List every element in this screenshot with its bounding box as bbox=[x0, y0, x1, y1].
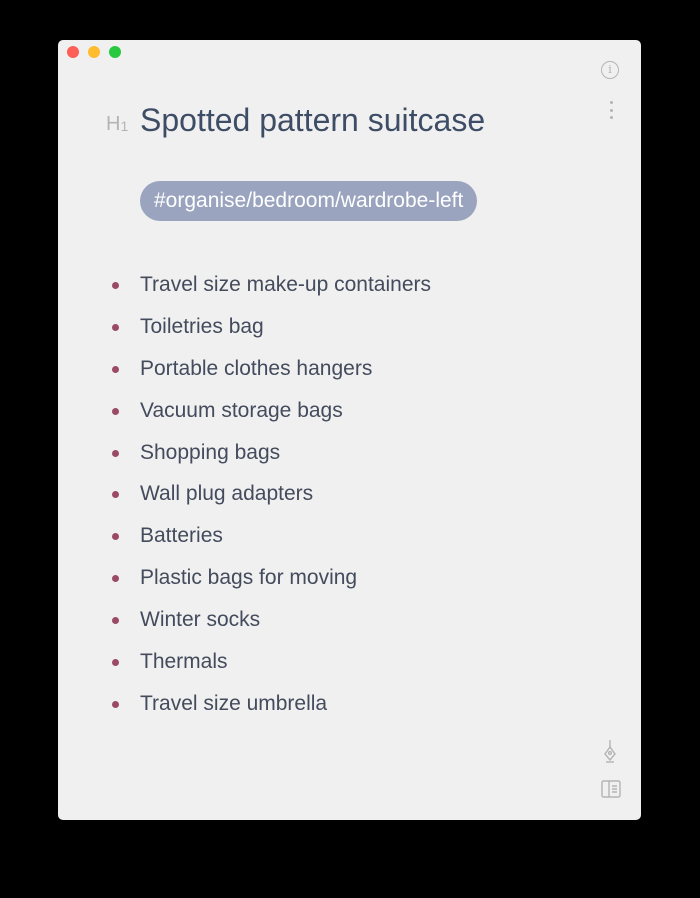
minimize-window-button[interactable] bbox=[88, 46, 100, 58]
more-vertical-icon[interactable] bbox=[609, 101, 613, 119]
close-window-button[interactable] bbox=[67, 46, 79, 58]
pen-nib-icon[interactable] bbox=[599, 738, 621, 764]
heading-marker-level: 1 bbox=[120, 118, 129, 134]
bullet-point bbox=[112, 700, 119, 708]
bullet-point bbox=[112, 533, 119, 541]
note-title[interactable]: Spotted pattern suitcase bbox=[140, 100, 485, 140]
list-item-text: Shopping bags bbox=[140, 440, 281, 464]
bullet-point bbox=[112, 365, 119, 373]
bullet-point bbox=[112, 659, 119, 667]
bullet-point bbox=[112, 491, 119, 499]
list-item-text: Vacuum storage bags bbox=[140, 398, 343, 422]
bullet-point bbox=[112, 407, 119, 415]
bullet-point bbox=[112, 575, 119, 583]
note-tag[interactable]: #organise/bedroom/wardrobe-left bbox=[140, 181, 478, 221]
window-controls bbox=[67, 46, 121, 58]
list-item-text: Winter socks bbox=[140, 608, 261, 632]
list-item-text: Plastic bags for moving bbox=[140, 566, 358, 590]
zoom-window-button[interactable] bbox=[109, 46, 121, 58]
bullet-point bbox=[112, 323, 119, 331]
list-item-text: Toiletries bag bbox=[140, 314, 264, 338]
heading-marker-letter: H bbox=[106, 113, 121, 135]
bullet-point bbox=[112, 449, 119, 457]
bullet-point bbox=[112, 617, 119, 625]
list-item-text: Wall plug adapters bbox=[140, 482, 314, 506]
list-item-text: Thermals bbox=[140, 650, 228, 674]
list-item-text: Portable clothes hangers bbox=[140, 356, 373, 380]
heading-level-marker: H1 bbox=[106, 112, 128, 137]
bullet-point bbox=[112, 282, 119, 289]
list-item-text: Travel size make-up containers bbox=[140, 273, 432, 296]
list-item-text: Batteries bbox=[140, 524, 223, 548]
list-item-text: Travel size umbrella bbox=[140, 691, 328, 715]
info-icon[interactable]: i bbox=[601, 61, 619, 79]
note-window: i H1 Spotted pattern suitcase #organise/… bbox=[58, 40, 641, 820]
sidebar-toggle-icon[interactable] bbox=[601, 780, 621, 798]
